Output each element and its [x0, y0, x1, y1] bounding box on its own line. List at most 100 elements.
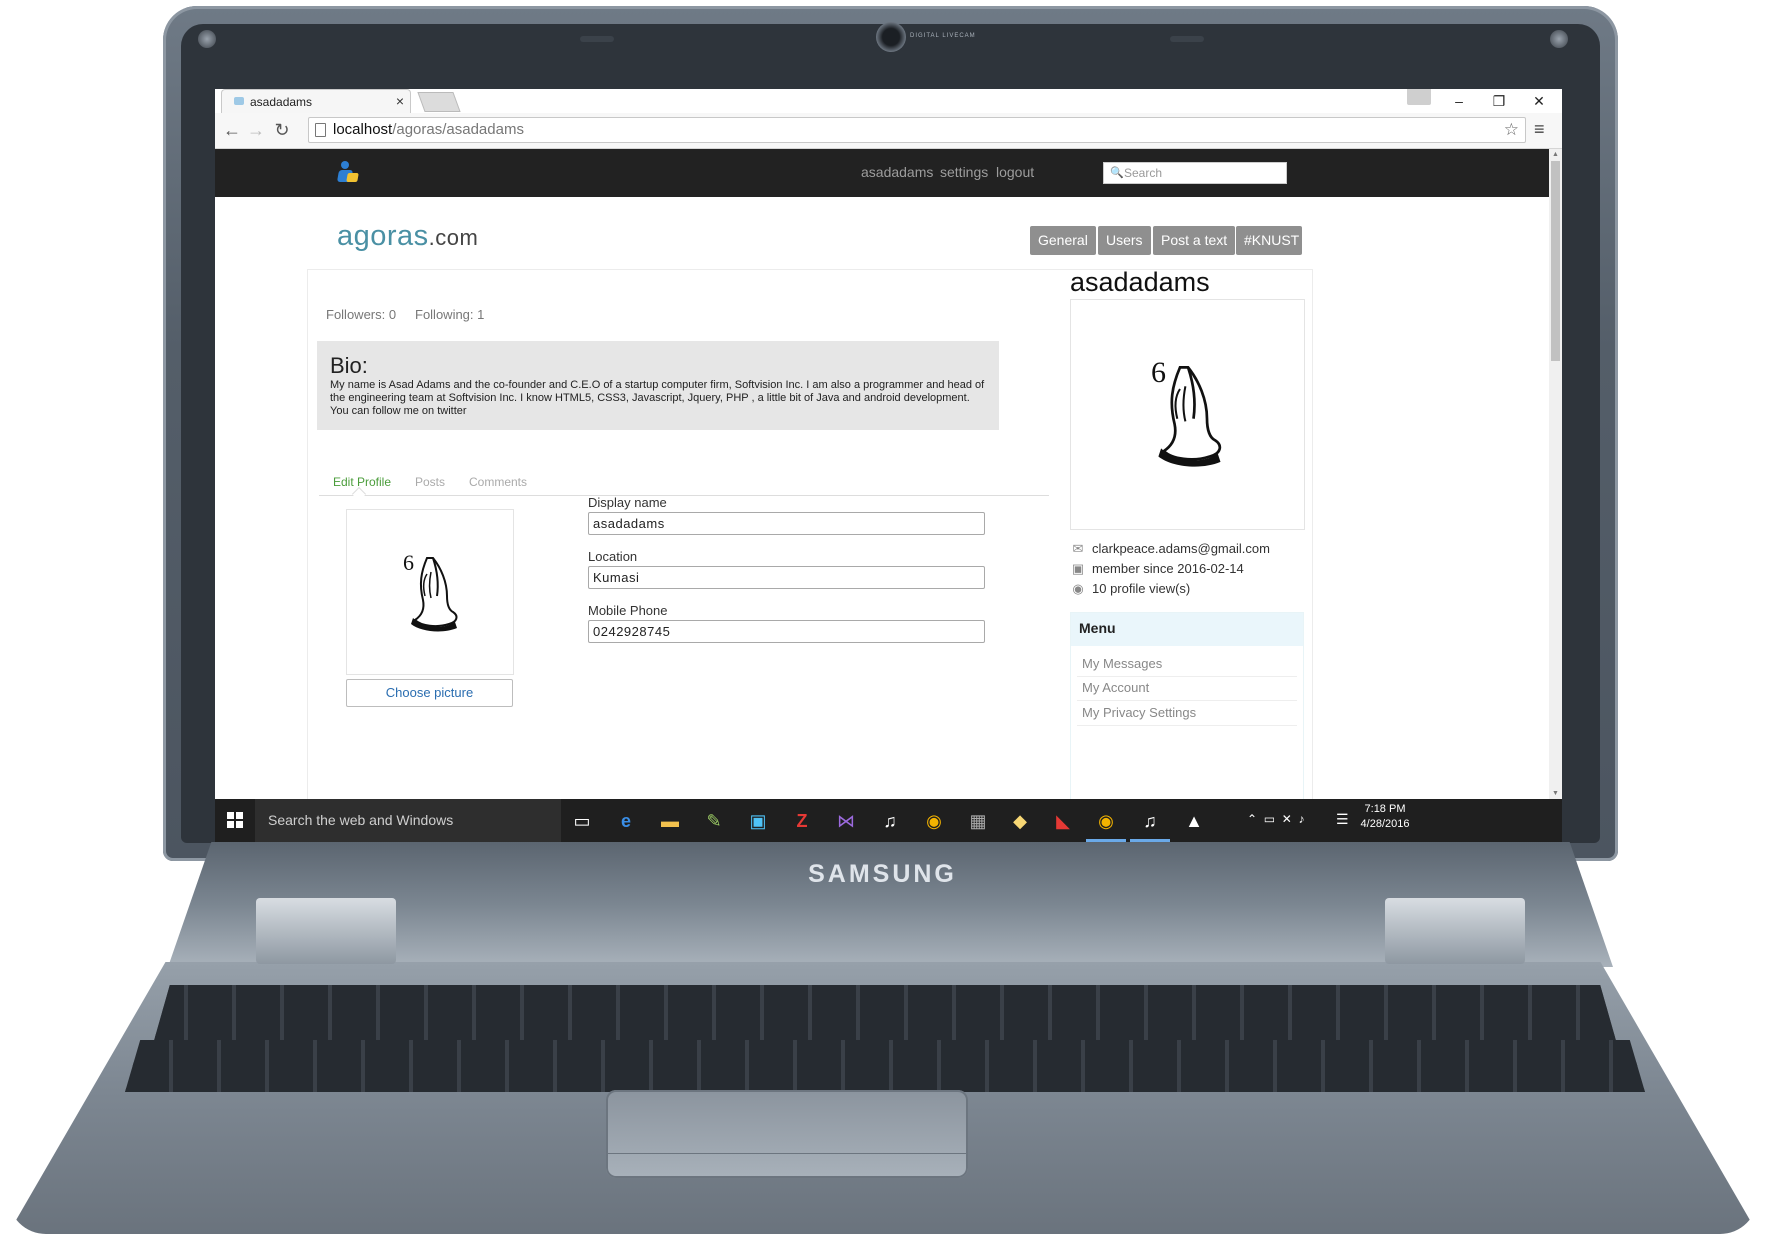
sidebar-member-since: ▣ member since 2016-02-14	[1070, 561, 1244, 577]
tab-favicon-icon	[234, 97, 244, 105]
url-host: localhost	[333, 121, 393, 138]
followers-count[interactable]: Followers: 0	[326, 307, 396, 322]
browser-menu-icon[interactable]: ≡	[1534, 119, 1545, 140]
webcam	[876, 22, 906, 52]
search-icon: 🔍	[1110, 167, 1124, 179]
category-post-text-button[interactable]: Post a text	[1153, 226, 1236, 255]
profile-views-text: 10 profile view(s)	[1092, 581, 1191, 596]
sidebar-avatar: 6	[1070, 299, 1305, 530]
scroll-down-icon[interactable]: ▼	[1552, 790, 1559, 797]
profile-picture-preview: 6	[346, 509, 514, 675]
clock-time: 7:18 PM	[1364, 803, 1406, 815]
brand-logo: SAMSUNG	[808, 860, 957, 888]
chrome-icon[interactable]: ◉	[919, 806, 949, 836]
forward-icon[interactable]: →	[245, 119, 267, 141]
page-scrollbar[interactable]: ▲ ▼	[1549, 149, 1562, 799]
restore-button[interactable]: ❐	[1479, 89, 1519, 113]
site-title[interactable]: agoras.com	[337, 220, 478, 253]
profile-icon[interactable]	[1407, 89, 1431, 105]
screen: asadadams × – ❐ ✕ ← → ↻ localhost/agoras…	[215, 89, 1562, 842]
tab-posts[interactable]: Posts	[415, 475, 445, 489]
category-knust-button[interactable]: #KNUST	[1236, 226, 1302, 255]
bezel-slot-left	[580, 36, 614, 42]
menu-item-privacy[interactable]: My Privacy Settings	[1077, 701, 1297, 726]
browser-tabstrip: asadadams × – ❐ ✕	[215, 89, 1562, 113]
media-player-icon[interactable]: ▦	[963, 806, 993, 836]
category-users-button[interactable]: Users	[1098, 226, 1151, 255]
display-name-field[interactable]	[588, 512, 985, 535]
edge-icon[interactable]: e	[611, 806, 641, 836]
active-app-indicator-2	[1130, 839, 1170, 842]
nav-link-profile[interactable]: asadadams	[861, 164, 933, 180]
taskbar-clock[interactable]: 7:18 PM 4/28/2016	[1360, 802, 1410, 832]
scroll-thumb[interactable]	[1551, 161, 1560, 361]
editor-icon[interactable]: ▣	[743, 806, 773, 836]
nav-link-settings[interactable]: settings	[940, 164, 988, 180]
keyboard-bottom-row	[125, 1040, 1645, 1092]
bookmark-star-icon[interactable]: ☆	[1504, 118, 1519, 142]
mobile-phone-field[interactable]	[588, 620, 985, 643]
chrome-active-icon[interactable]: ◉	[1091, 806, 1121, 836]
bezel-screw-left	[198, 30, 216, 48]
sidebar-email: ✉ clarkpeace.adams@gmail.com	[1070, 541, 1270, 557]
tab-comments[interactable]: Comments	[469, 475, 527, 489]
taskbar-search[interactable]: Search the web and Windows	[255, 799, 561, 842]
category-general-button[interactable]: General	[1030, 226, 1096, 255]
reload-icon[interactable]: ↻	[271, 119, 293, 141]
back-icon[interactable]: ←	[221, 119, 243, 141]
filezilla-icon[interactable]: Z	[787, 806, 817, 836]
close-button[interactable]: ✕	[1519, 89, 1559, 113]
minimize-button[interactable]: –	[1439, 89, 1479, 113]
choose-picture-button[interactable]: Choose picture	[346, 679, 513, 707]
folder-icon[interactable]: ◆	[1005, 806, 1035, 836]
sidebar-avatar-number: 6	[1151, 356, 1166, 389]
system-tray[interactable]: ⌃ ▭ ✕ ♪	[1247, 812, 1311, 826]
display-name-label: Display name	[588, 495, 667, 510]
site-title-main: agoras	[337, 220, 429, 252]
location-label: Location	[588, 549, 638, 564]
praying-hands-large-icon: 6	[1151, 356, 1222, 467]
eye-icon: ◉	[1072, 581, 1084, 596]
menu-item-account[interactable]: My Account	[1077, 676, 1297, 701]
photos-icon[interactable]: ▲	[1179, 806, 1209, 836]
bio-heading: Bio:	[330, 353, 368, 378]
site-logo-icon[interactable]	[336, 161, 359, 183]
profile-tabs: Edit Profile Posts Comments	[319, 469, 1049, 496]
touchpad	[606, 1090, 968, 1178]
itunes-active-icon[interactable]: ♫	[1135, 806, 1165, 836]
scroll-up-icon[interactable]: ▲	[1552, 151, 1559, 158]
menu-item-messages[interactable]: My Messages	[1077, 652, 1297, 677]
mobile-phone-label: Mobile Phone	[588, 603, 668, 618]
search-input[interactable]	[1124, 165, 1282, 181]
active-app-indicator	[1086, 839, 1126, 842]
sidebar-profile-views: ◉ 10 profile view(s)	[1070, 581, 1190, 597]
location-field[interactable]	[588, 566, 985, 589]
visual-studio-icon[interactable]: ⋈	[831, 806, 861, 836]
tab-edit-profile[interactable]: Edit Profile	[333, 475, 391, 489]
acrobat-icon[interactable]: ◣	[1048, 806, 1078, 836]
task-view-icon[interactable]: ▭	[567, 806, 597, 836]
itunes-icon[interactable]: ♫	[875, 806, 905, 836]
bezel-slot-right	[1170, 36, 1204, 42]
browser-tab[interactable]: asadadams ×	[221, 89, 411, 113]
calendar-icon: ▣	[1071, 561, 1085, 576]
address-bar[interactable]: localhost/agoras/asadadams ☆	[308, 117, 1526, 143]
windows-taskbar: Search the web and Windows ▭ e ▬ ✎ ▣ Z ⋈…	[215, 799, 1562, 842]
nav-link-logout[interactable]: logout	[996, 164, 1034, 180]
webcam-label: DIGITAL LIVECAM	[910, 33, 976, 39]
hinge-right	[1385, 898, 1525, 964]
sidebar-menu: Menu My Messages My Account My Privacy S…	[1070, 612, 1304, 799]
clock-date: 4/28/2016	[1360, 818, 1410, 830]
bio-text: My name is Asad Adams and the co-founder…	[330, 379, 985, 417]
notifications-icon[interactable]: ☰	[1336, 811, 1349, 828]
tab-close-icon[interactable]: ×	[396, 93, 404, 109]
url-text: localhost/agoras/asadadams	[333, 118, 524, 142]
url-path: /agoras/asadadams	[392, 121, 524, 138]
new-tab-button[interactable]	[417, 92, 461, 112]
sidebar-username: asadadams	[1070, 267, 1210, 297]
page-icon	[315, 123, 326, 137]
file-explorer-icon[interactable]: ▬	[655, 806, 685, 836]
windows-start-icon[interactable]	[227, 812, 243, 828]
notepad-icon[interactable]: ✎	[699, 806, 729, 836]
following-count[interactable]: Following: 1	[415, 307, 484, 322]
